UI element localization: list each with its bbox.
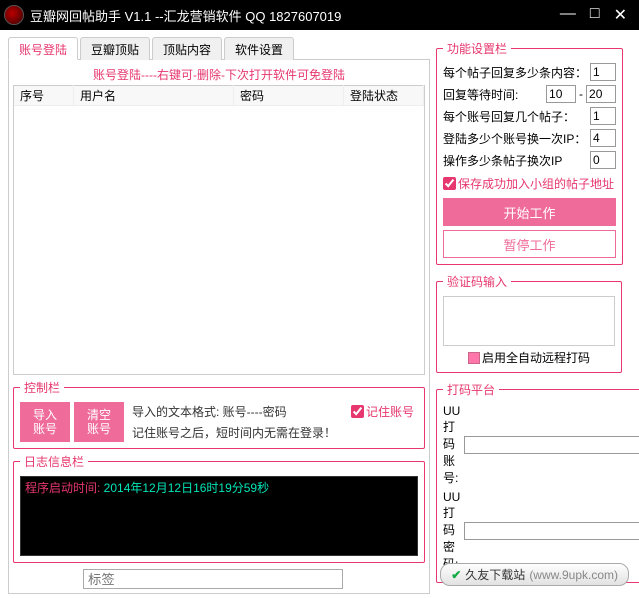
wait-min-input[interactable] xyxy=(546,85,576,103)
auto-captcha-checkbox[interactable]: 启用全自动远程打码 xyxy=(443,349,615,366)
log-output: 程序启动时间: 2014年12月12日16时19分59秒 xyxy=(20,476,418,556)
accounts-table[interactable]: 序号 用户名 密码 登陆状态 xyxy=(13,85,425,375)
settings-legend: 功能设置栏 xyxy=(443,40,511,57)
import-format-text: 导入的文本格式: 账号----密码 xyxy=(132,403,287,420)
tab-settings[interactable]: 软件设置 xyxy=(224,37,294,60)
coding-panel: 打码平台 UU打码账号: UU打码密码: xyxy=(436,381,639,583)
login-hint: 账号登陆----右键可-删除-下次打开软件可免登陆 xyxy=(13,64,425,85)
tag-input[interactable] xyxy=(83,569,343,589)
log-time: 2014年12月12日16时19分59秒 xyxy=(104,481,269,495)
wait-max-input[interactable] xyxy=(586,85,616,103)
posts-per-account-input[interactable] xyxy=(590,107,616,125)
control-panel: 控制栏 导入 账号 清空 账号 导入的文本格式: 账号----密码 记住账号 记… xyxy=(13,379,425,449)
col-password: 密码 xyxy=(234,85,344,106)
log-prefix: 程序启动时间: xyxy=(25,481,104,495)
settings-panel: 功能设置栏 每个帖子回复多少条内容： 回复等待时间:- 每个账号回复几个帖子： … xyxy=(436,40,623,265)
captcha-image[interactable] xyxy=(443,296,615,346)
coding-pass-input[interactable] xyxy=(464,522,639,540)
col-username: 用户名 xyxy=(74,85,234,106)
log-legend: 日志信息栏 xyxy=(20,453,88,470)
start-button[interactable]: 开始工作 xyxy=(443,198,616,226)
control-legend: 控制栏 xyxy=(20,379,64,396)
footer-badge[interactable]: ✔久友下载站(www.9upk.com) xyxy=(440,563,629,586)
accounts-per-ip-input[interactable] xyxy=(590,129,616,147)
log-panel: 日志信息栏 程序启动时间: 2014年12月12日16时19分59秒 xyxy=(13,453,425,563)
tab-content[interactable]: 顶贴内容 xyxy=(152,37,222,60)
replies-per-post-input[interactable] xyxy=(590,63,616,81)
tab-login[interactable]: 账号登陆 xyxy=(8,37,78,60)
captcha-panel: 验证码输入 启用全自动远程打码 xyxy=(436,273,622,373)
import-accounts-button[interactable]: 导入 账号 xyxy=(20,402,70,442)
minimize-button[interactable]: — xyxy=(560,5,576,25)
tab-bar: 账号登陆 豆瓣顶贴 顶贴内容 软件设置 xyxy=(8,36,430,60)
remember-note: 记住账号之后，短时间内无需在登录！ xyxy=(132,424,414,441)
remember-checkbox[interactable]: 记住账号 xyxy=(351,403,414,420)
pause-button[interactable]: 暂停工作 xyxy=(443,230,616,258)
posts-per-ip-input[interactable] xyxy=(590,151,616,169)
save-url-checkbox[interactable]: 保存成功加入小组的帖子地址 xyxy=(443,175,614,192)
captcha-legend: 验证码输入 xyxy=(443,273,511,290)
tab-panel-login: 账号登陆----右键可-删除-下次打开软件可免登陆 序号 用户名 密码 登陆状态… xyxy=(8,60,430,594)
clear-accounts-button[interactable]: 清空 账号 xyxy=(74,402,124,442)
coding-user-input[interactable] xyxy=(464,436,639,454)
maximize-button[interactable]: □ xyxy=(590,5,600,25)
col-status: 登陆状态 xyxy=(344,85,424,106)
col-index: 序号 xyxy=(14,85,74,106)
window-title: 豆瓣网回帖助手 V1.1 --汇龙营销软件 QQ 1827607019 xyxy=(30,6,560,25)
titlebar: 豆瓣网回帖助手 V1.1 --汇龙营销软件 QQ 1827607019 — □ … xyxy=(0,0,639,30)
coding-legend: 打码平台 xyxy=(443,381,499,398)
app-icon xyxy=(4,5,24,25)
tab-bump[interactable]: 豆瓣顶贴 xyxy=(80,37,150,60)
close-button[interactable]: ✕ xyxy=(614,5,627,25)
